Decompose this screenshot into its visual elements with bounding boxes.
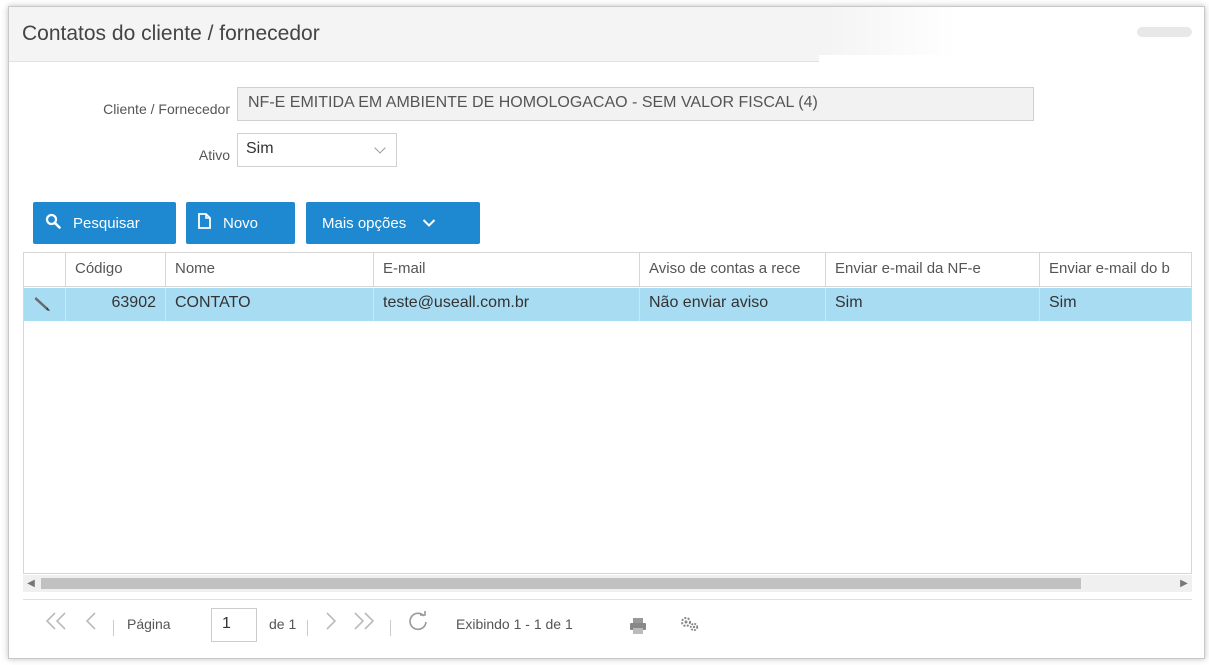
document-icon (198, 213, 211, 233)
column-header-email-b[interactable]: Enviar e-mail do b (1040, 253, 1191, 286)
column-header-aviso[interactable]: Aviso de contas a rece (640, 253, 826, 286)
dialog-titlebar: Contatos do cliente / fornecedor (9, 7, 1204, 62)
mais-opcoes-button[interactable]: Mais opções (306, 202, 480, 244)
novo-button[interactable]: Novo (186, 202, 295, 244)
mais-opcoes-label: Mais opções (322, 214, 407, 232)
chevron-down-icon (422, 215, 436, 232)
column-header-codigo[interactable]: Código (66, 253, 166, 286)
header-edit (24, 253, 66, 286)
contacts-table: Código Nome E-mail Aviso de contas a rec… (23, 252, 1192, 574)
cell-nome: CONTATO (166, 288, 374, 321)
table-row[interactable]: 63902 CONTATO teste@useall.com.br Não en… (24, 288, 1191, 321)
cliente-fornecedor-label: Cliente / Fornecedor (103, 101, 230, 117)
pagination-bar: Página 1 de 1 Exibindo 1 - 1 de 1 (23, 599, 1192, 649)
page-of-label: de 1 (269, 616, 297, 632)
scroll-right-icon[interactable]: ▶ (1176, 575, 1192, 592)
chevron-down-icon (374, 142, 386, 154)
cell-email: teste@useall.com.br (374, 288, 640, 321)
print-icon[interactable] (629, 614, 647, 642)
scrollbar-thumb[interactable] (41, 578, 1081, 589)
ativo-select-value: Sim (246, 140, 274, 157)
ativo-select[interactable]: Sim (237, 133, 397, 167)
exibindo-label: Exibindo 1 - 1 de 1 (456, 616, 573, 632)
settings-icon[interactable] (679, 612, 701, 640)
ativo-label: Ativo (198, 147, 230, 163)
cliente-fornecedor-field[interactable]: NF-E EMITIDA EM AMBIENTE DE HOMOLOGACAO … (237, 87, 1034, 121)
column-header-nome[interactable]: Nome (166, 253, 374, 286)
dialog-title: Contatos do cliente / fornecedor (22, 22, 320, 45)
horizontal-scrollbar[interactable]: ◀ ▶ (23, 575, 1192, 592)
last-page-icon[interactable] (351, 610, 377, 639)
prev-page-icon[interactable] (83, 610, 99, 639)
pesquisar-label: Pesquisar (73, 214, 140, 232)
first-page-icon[interactable] (43, 610, 69, 639)
column-header-email-nfe[interactable]: Enviar e-mail da NF-e (826, 253, 1040, 286)
cell-email-nfe: Sim (826, 288, 1040, 321)
cell-email-b: Sim (1049, 294, 1077, 311)
dialog-window: Contatos do cliente / fornecedor Cliente… (8, 6, 1205, 659)
table-header: Código Nome E-mail Aviso de contas a rec… (24, 253, 1191, 287)
pesquisar-button[interactable]: Pesquisar (33, 202, 176, 244)
novo-label: Novo (223, 214, 259, 232)
pencil-icon[interactable] (24, 288, 66, 321)
refresh-icon[interactable] (407, 610, 429, 639)
search-icon (45, 213, 61, 233)
column-header-email[interactable]: E-mail (374, 253, 640, 286)
cell-aviso: Não enviar aviso (640, 288, 826, 321)
next-page-icon[interactable] (323, 610, 339, 639)
cell-codigo: 63902 (66, 288, 166, 321)
scroll-left-icon[interactable]: ◀ (23, 575, 39, 592)
page-number-input[interactable]: 1 (211, 608, 257, 642)
pagina-label: Página (127, 616, 171, 632)
